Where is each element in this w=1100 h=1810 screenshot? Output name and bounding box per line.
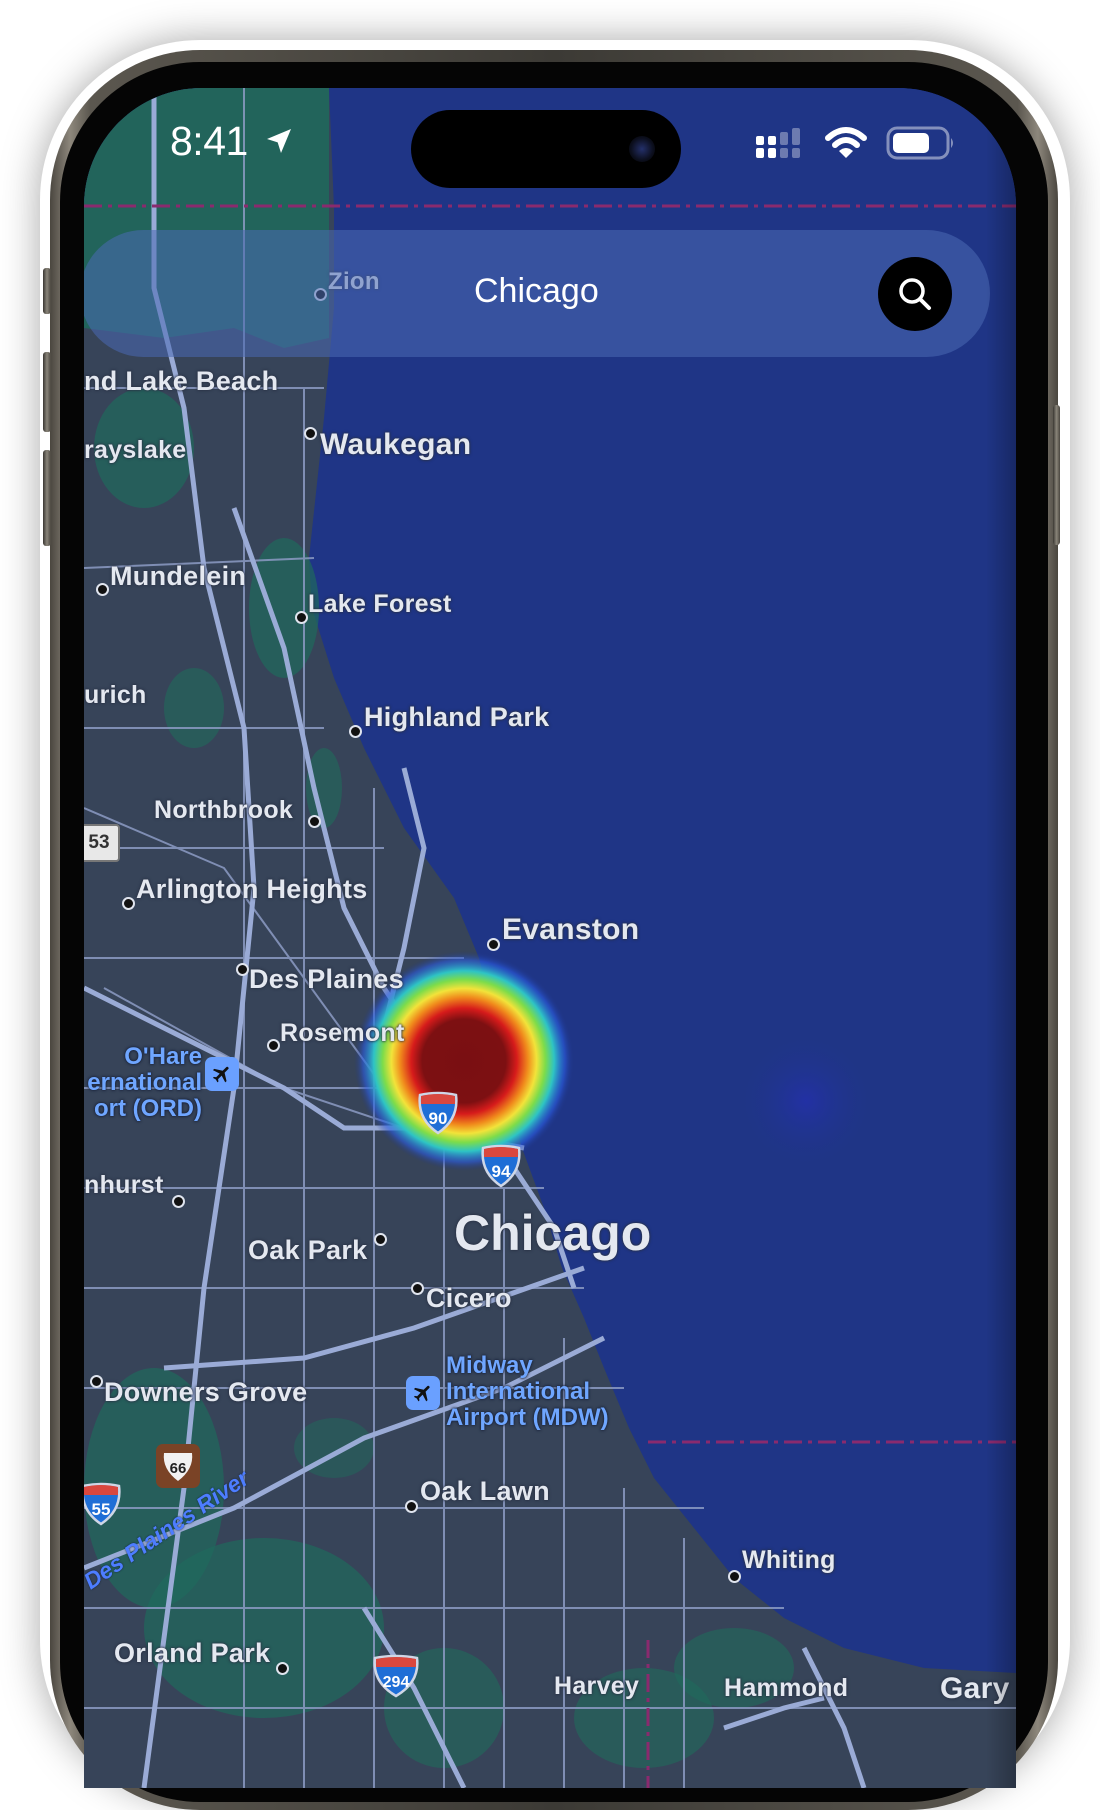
place-label-highland-park[interactable]: Highland Park bbox=[364, 702, 549, 733]
airport-label-midway[interactable]: Midway International Airport (MDW) bbox=[446, 1353, 609, 1431]
time-text: 8:41 bbox=[170, 118, 248, 164]
place-label-hammond[interactable]: Hammond bbox=[724, 1674, 848, 1703]
highway-shield-i-90[interactable]: 90 bbox=[417, 1091, 459, 1140]
screen-edge-shade bbox=[986, 88, 1016, 1788]
search-bar[interactable]: Chicago bbox=[84, 230, 990, 357]
place-dot-des-plaines bbox=[236, 963, 249, 976]
airplane-icon[interactable] bbox=[406, 1376, 440, 1410]
place-label-orland-park[interactable]: Orland Park bbox=[114, 1638, 270, 1669]
place-dot-highland-park bbox=[349, 725, 362, 738]
place-dot-orland-park bbox=[276, 1662, 289, 1675]
place-label-northbrook[interactable]: Northbrook bbox=[154, 796, 293, 825]
place-dot-downers-grove bbox=[90, 1375, 103, 1388]
front-camera bbox=[629, 136, 655, 162]
place-label-oak-park[interactable]: Oak Park bbox=[248, 1235, 367, 1266]
place-label-des-plaines[interactable]: Des Plaines bbox=[249, 964, 404, 995]
map-screen[interactable]: Zion nd Lake Beach Waukegan rayslake Mun… bbox=[84, 88, 1016, 1788]
place-label-rosemont[interactable]: Rosemont bbox=[280, 1019, 405, 1048]
power-button bbox=[1053, 405, 1060, 545]
highway-shield-us-53[interactable]: 53 bbox=[84, 824, 120, 862]
place-label-cicero[interactable]: Cicero bbox=[426, 1283, 512, 1314]
search-button[interactable] bbox=[878, 257, 952, 331]
shield-number: 55 bbox=[92, 1500, 111, 1519]
airport-label-ohare[interactable]: O'Hare ernational ort (ORD) bbox=[84, 1044, 202, 1122]
airport-line: Midway bbox=[446, 1352, 533, 1379]
place-label-chicago[interactable]: Chicago bbox=[454, 1204, 651, 1262]
place-dot-rosemont bbox=[267, 1039, 280, 1052]
dynamic-island bbox=[411, 110, 681, 188]
place-label-arlington-heights[interactable]: Arlington Heights bbox=[136, 874, 368, 905]
airport-line: Airport (MDW) bbox=[446, 1404, 609, 1431]
place-dot-whiting bbox=[728, 1570, 741, 1583]
shield-number: 53 bbox=[88, 832, 110, 853]
place-label-zurich[interactable]: urich bbox=[84, 681, 147, 710]
place-dot-elmhurst bbox=[172, 1195, 185, 1208]
shield-number: 90 bbox=[429, 1109, 448, 1128]
action-button bbox=[43, 268, 51, 314]
cellular-signal-icon bbox=[756, 128, 800, 158]
place-label-grayslake[interactable]: rayslake bbox=[84, 436, 187, 465]
place-dot-oak-lawn bbox=[405, 1500, 418, 1513]
shield-number: 66 bbox=[170, 1460, 187, 1477]
place-dot-mundelein bbox=[96, 583, 109, 596]
place-dot-northbrook bbox=[308, 815, 321, 828]
place-label-whiting[interactable]: Whiting bbox=[742, 1546, 836, 1575]
location-arrow-icon bbox=[266, 129, 291, 153]
place-dot-oak-park bbox=[374, 1233, 387, 1246]
highway-shield-i-55[interactable]: 55 bbox=[84, 1482, 122, 1531]
highway-shield-i-294[interactable]: 294 bbox=[372, 1654, 420, 1703]
status-bar: 8:41 bbox=[84, 88, 1016, 188]
place-label-evanston[interactable]: Evanston bbox=[502, 913, 639, 947]
search-icon bbox=[899, 278, 931, 310]
place-label-elmhurst[interactable]: nhurst bbox=[84, 1171, 164, 1200]
place-label-mundelein[interactable]: Mundelein bbox=[110, 561, 246, 592]
highway-shield-us-66[interactable]: 66 bbox=[156, 1444, 200, 1488]
volume-down-button bbox=[43, 450, 51, 546]
place-dot-evanston bbox=[487, 938, 500, 951]
place-label-harvey[interactable]: Harvey bbox=[554, 1672, 639, 1701]
place-dot-waukegan bbox=[304, 427, 317, 440]
battery-icon bbox=[886, 126, 953, 160]
highway-shield-i-94[interactable]: 94 bbox=[480, 1144, 522, 1193]
search-query[interactable]: Chicago bbox=[474, 272, 599, 311]
place-dot-lake-forest bbox=[295, 611, 308, 624]
place-label-downers-grove[interactable]: Downers Grove bbox=[104, 1377, 307, 1408]
place-dot-arlington-heights bbox=[122, 897, 135, 910]
place-dot-cicero bbox=[411, 1282, 424, 1295]
place-label-oak-lawn[interactable]: Oak Lawn bbox=[420, 1476, 550, 1507]
airplane-icon[interactable] bbox=[205, 1057, 239, 1091]
wifi-icon bbox=[825, 127, 867, 158]
airport-line: ort (ORD) bbox=[94, 1095, 202, 1122]
place-label-lake-forest[interactable]: Lake Forest bbox=[308, 590, 452, 619]
shield-number: 294 bbox=[383, 1674, 410, 1691]
place-label-lake-beach[interactable]: nd Lake Beach bbox=[84, 366, 278, 397]
airport-line: O'Hare bbox=[124, 1043, 202, 1070]
heatmap-faint-spot bbox=[736, 1031, 876, 1171]
shield-number: 94 bbox=[492, 1162, 511, 1181]
volume-up-button bbox=[43, 352, 51, 432]
status-time: 8:41 bbox=[170, 118, 295, 165]
place-label-waukegan[interactable]: Waukegan bbox=[320, 428, 471, 462]
airport-line: ernational bbox=[87, 1069, 202, 1096]
airport-line: International bbox=[446, 1378, 591, 1405]
